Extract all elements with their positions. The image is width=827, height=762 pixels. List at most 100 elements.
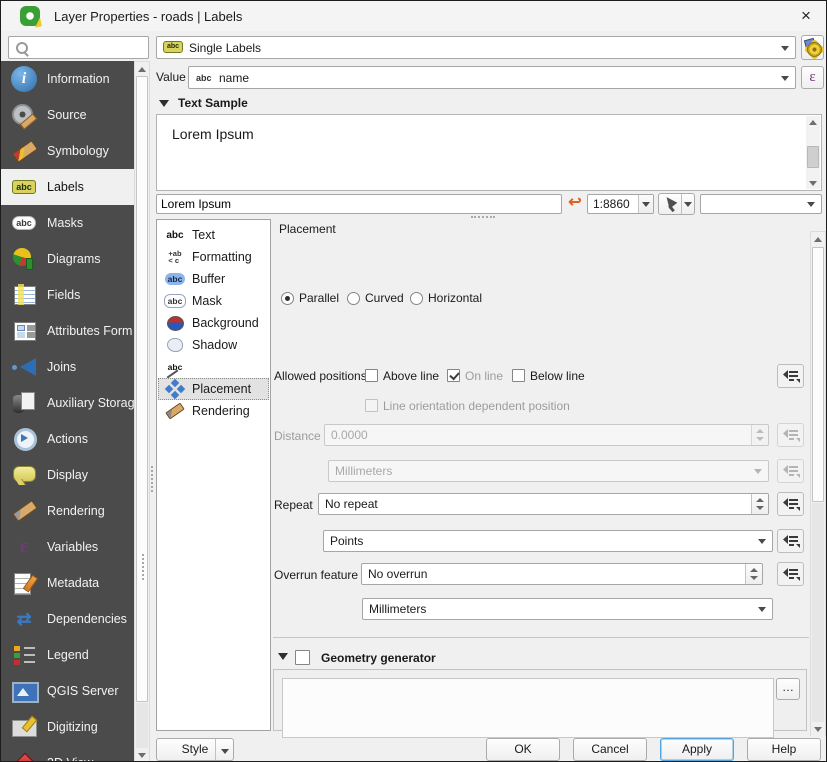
automated-placement-settings-button[interactable] — [801, 35, 824, 60]
sidebar-item-metadata[interactable]: Metadata — [1, 565, 134, 601]
sidebar-item-symbology[interactable]: Symbology — [1, 133, 134, 169]
sidebar-item-legend[interactable]: Legend — [1, 637, 134, 673]
sidebar-item-masks[interactable]: abc Masks — [1, 205, 134, 241]
spinner-buttons[interactable] — [745, 564, 762, 584]
map-interaction-button[interactable] — [658, 193, 695, 215]
sidebar-item-auxiliary-storage[interactable]: Auxiliary Storage — [1, 385, 134, 421]
titlebar: Layer Properties - roads | Labels × — [1, 1, 826, 31]
scroll-up-icon[interactable] — [135, 62, 149, 76]
tab-text[interactable]: abc Text — [158, 224, 269, 246]
data-defined-override-overrun[interactable] — [777, 562, 804, 586]
value-combo[interactable]: abc name — [188, 66, 796, 89]
scroll-down-icon[interactable] — [806, 177, 820, 189]
sample-text-input[interactable] — [161, 196, 557, 212]
content-scrollbar[interactable] — [810, 231, 826, 736]
overrun-spinbox[interactable]: No overrun — [361, 563, 763, 585]
sidebar-item-3d-view[interactable]: 3D View — [1, 745, 134, 762]
sidebar-item-fields[interactable]: Fields — [1, 277, 134, 313]
content-scrollbar-thumb[interactable] — [812, 247, 824, 502]
joins-icon — [11, 354, 37, 380]
rendering-icon — [11, 498, 37, 524]
sidebar-item-rendering[interactable]: Rendering — [1, 493, 134, 529]
label-mode-combo[interactable]: abc Single Labels — [156, 36, 796, 59]
sidebar-item-labels[interactable]: abc Labels — [1, 169, 134, 205]
sidebar-item-digitizing[interactable]: Digitizing — [1, 709, 134, 745]
style-button[interactable]: Style — [156, 738, 234, 761]
cancel-button[interactable]: Cancel — [573, 738, 647, 761]
collapse-arrow-icon[interactable] — [278, 653, 288, 660]
search-input[interactable] — [33, 38, 147, 57]
override-icon — [781, 427, 801, 443]
sidebar-scrollbar-thumb[interactable] — [136, 76, 148, 702]
sidebar-item-diagrams[interactable]: Diagrams — [1, 241, 134, 277]
checkbox-geometry-generator[interactable] — [295, 650, 310, 665]
radio-curved[interactable] — [347, 292, 360, 305]
chevron-down-icon — [684, 202, 692, 207]
sidebar-item-qgis-server[interactable]: QGIS Server — [1, 673, 134, 709]
value-label: Value — [156, 70, 186, 84]
scroll-down-icon[interactable] — [135, 748, 149, 762]
ok-button[interactable]: OK — [486, 738, 560, 761]
sidebar-item-information[interactable]: i Information — [1, 61, 134, 97]
sidebar-item-display[interactable]: Display — [1, 457, 134, 493]
geometry-generator-label: Geometry generator — [321, 651, 436, 665]
repeat-unit-combo[interactable]: Points — [323, 530, 773, 552]
sample-text-box[interactable] — [156, 194, 562, 214]
scroll-down-icon[interactable] — [811, 722, 825, 736]
data-defined-override-repeat-unit[interactable] — [777, 529, 804, 553]
help-button[interactable]: Help — [747, 738, 821, 761]
checkbox-above-line[interactable] — [365, 369, 378, 382]
data-defined-override-repeat[interactable] — [777, 492, 804, 516]
font-combo[interactable] — [700, 194, 822, 214]
preview-scrollbar[interactable] — [806, 116, 820, 189]
checkbox-on-line[interactable] — [447, 369, 460, 382]
geometry-more-button[interactable]: … — [776, 678, 800, 700]
data-defined-override-allowed-positions[interactable] — [777, 364, 804, 388]
data-defined-override-distance-unit[interactable] — [777, 459, 804, 483]
label-settings-tabs: abc Text +ab < c Formatting abc Buffer a… — [156, 219, 271, 731]
distance-unit-combo[interactable]: Millimeters — [328, 460, 769, 482]
close-button[interactable]: × — [795, 5, 817, 27]
display-icon — [11, 462, 37, 488]
data-defined-override-distance[interactable] — [777, 423, 804, 447]
checkbox-below-line[interactable] — [512, 369, 525, 382]
tab-callouts[interactable]: abc Callouts — [158, 356, 269, 378]
scale-combo[interactable]: 1:8860 — [587, 194, 654, 214]
sidebar-item-dependencies[interactable]: ⇄ Dependencies — [1, 601, 134, 637]
search-box[interactable] — [8, 36, 149, 59]
distance-spinbox[interactable]: 0.0000 — [324, 424, 769, 446]
source-icon — [11, 102, 37, 128]
tab-placement[interactable]: Placement — [158, 378, 269, 400]
sidebar-item-joins[interactable]: Joins — [1, 349, 134, 385]
spinner-buttons[interactable] — [751, 494, 768, 514]
tab-shadow[interactable]: Shadow — [158, 334, 269, 356]
tab-mask[interactable]: abc Mask — [158, 290, 269, 312]
overrun-unit-combo[interactable]: Millimeters — [362, 598, 773, 620]
sidebar-item-attributes-form[interactable]: Attributes Form — [1, 313, 134, 349]
collapse-arrow-icon[interactable] — [159, 100, 169, 107]
sidebar-item-actions[interactable]: Actions — [1, 421, 134, 457]
reset-sample-button[interactable]: ↩ — [565, 193, 585, 215]
radio-horizontal[interactable] — [410, 292, 423, 305]
scroll-up-icon[interactable] — [811, 232, 825, 246]
sidebar-item-source[interactable]: Source — [1, 97, 134, 133]
checkbox-line-orientation[interactable] — [365, 399, 378, 412]
tab-rendering[interactable]: Rendering — [158, 400, 269, 422]
expression-builder-button[interactable]: ε — [801, 66, 824, 89]
sidebar-scrollbar[interactable] — [134, 61, 150, 762]
radio-parallel[interactable] — [281, 292, 294, 305]
repeat-spinbox[interactable]: No repeat — [318, 493, 769, 515]
geometry-expression-area[interactable] — [282, 678, 774, 738]
splitter-handle[interactable] — [151, 466, 153, 492]
tab-formatting[interactable]: +ab < c Formatting — [158, 246, 269, 268]
splitter-handle[interactable] — [471, 216, 495, 218]
scroll-up-icon[interactable] — [806, 116, 820, 128]
sidebar-item-variables[interactable]: ε Variables — [1, 529, 134, 565]
splitter-handle[interactable] — [142, 554, 144, 580]
tab-buffer[interactable]: abc Buffer — [158, 268, 269, 290]
spinner-buttons[interactable] — [751, 425, 768, 445]
apply-button[interactable]: Apply — [660, 738, 734, 761]
override-icon — [781, 566, 801, 582]
rendering-tab-icon — [162, 400, 188, 422]
tab-background[interactable]: Background — [158, 312, 269, 334]
